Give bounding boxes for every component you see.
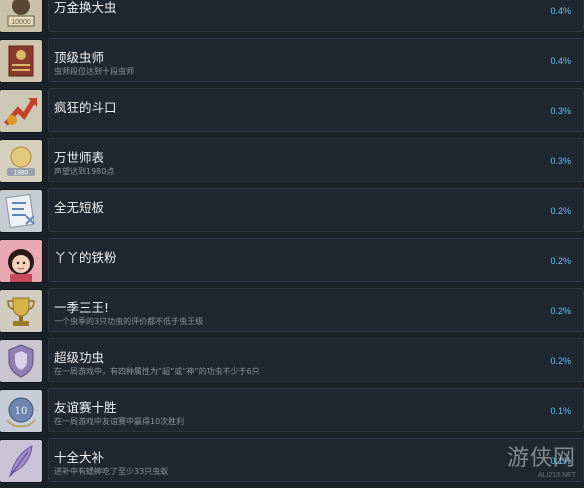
achievement-card: 顶级虫师 虫师段位达到十段虫师 0.4% xyxy=(48,38,584,82)
unlock-percent: 0.2% xyxy=(550,356,571,366)
achievement-row[interactable]: 疯狂的斗口 0.3% xyxy=(0,88,584,134)
girl-portrait-icon xyxy=(0,240,42,282)
trophy-icon xyxy=(0,290,42,332)
unlock-percent: 0.2% xyxy=(550,256,571,266)
achievement-row[interactable]: 超级功虫 在一局游戏中，有四种属性为“超”或“神”的功虫不少于6只 0.2% xyxy=(0,338,584,384)
achievement-title: 疯狂的斗口 xyxy=(54,100,117,115)
achievement-description: 虫师段位达到十段虫师 xyxy=(54,67,134,76)
unlock-percent: 0.4% xyxy=(550,56,571,66)
achievement-title: 全无短板 xyxy=(54,200,105,215)
achievement-row[interactable]: 10000 万金换大虫 0.4% xyxy=(0,0,584,34)
achievement-card: 友谊赛十胜 在一局游戏中友谊赛中赢得10次胜利 0.1% xyxy=(48,388,584,432)
achievement-card: 一季三王! 一个虫季的3只功虫的评价都不低于虫王级 0.2% xyxy=(48,288,584,332)
achievement-description: 进补中有蟋蟀吃了至少33只虫蚁 xyxy=(54,467,169,476)
stats-sheet-icon xyxy=(0,190,42,232)
site-watermark: 游侠网 ALI213.NET xyxy=(507,440,576,479)
achievement-card: 全无短板 0.2% xyxy=(48,188,584,232)
unlock-percent: 0.4% xyxy=(550,6,571,16)
achievement-title: 一季三王! xyxy=(54,300,110,315)
achievement-card: 丫丫的铁粉 0.2% xyxy=(48,238,584,282)
achievement-title: 十全大补 xyxy=(54,450,105,465)
achievement-title: 万世师表 xyxy=(54,150,105,165)
feather-icon xyxy=(0,440,42,482)
unlock-percent: 0.2% xyxy=(550,306,571,316)
achievement-description: 一个虫季的3只功虫的评价都不低于虫王级 xyxy=(54,317,204,326)
svg-text:10: 10 xyxy=(15,406,28,417)
shield-badge-icon xyxy=(0,340,42,382)
achievement-title: 友谊赛十胜 xyxy=(54,400,117,415)
achievement-description: 在一局游戏中友谊赛中赢得10次胜利 xyxy=(54,417,185,426)
achievement-title: 丫丫的铁粉 xyxy=(54,250,117,265)
certificate-book-icon xyxy=(0,40,42,82)
achievement-row[interactable]: 顶级虫师 虫师段位达到十段虫师 0.4% xyxy=(0,38,584,84)
achievement-card: 万世师表 声望达到1980点 0.3% xyxy=(48,138,584,182)
achievement-title: 超级功虫 xyxy=(54,350,105,365)
achievement-row[interactable]: 全无短板 0.2% xyxy=(0,188,584,234)
achievement-title: 顶级虫师 xyxy=(54,50,105,65)
achievement-list: 10000 万金换大虫 0.4% 顶级虫师 虫师段位达到十段虫师 0.4% 疯狂… xyxy=(0,0,584,488)
achievement-row[interactable]: 十全大补 进补中有蟋蟀吃了至少33只虫蚁 0.1% xyxy=(0,438,584,484)
svg-text:1980: 1980 xyxy=(14,170,29,177)
svg-text:10000: 10000 xyxy=(11,19,31,26)
achievement-description: 声望达到1980点 xyxy=(54,167,115,176)
achievement-title: 万金换大虫 xyxy=(54,0,117,15)
unlock-percent: 0.3% xyxy=(550,156,571,166)
watermark-text: 游侠网 xyxy=(506,446,576,471)
achievement-card: 疯狂的斗口 0.3% xyxy=(48,88,584,132)
achievement-row[interactable]: 一季三王! 一个虫季的3只功虫的评价都不低于虫王级 0.2% xyxy=(0,288,584,334)
achievement-row[interactable]: 丫丫的铁粉 0.2% xyxy=(0,238,584,284)
money-bag-icon: 10000 xyxy=(0,0,42,32)
achievement-row[interactable]: 10 友谊赛十胜 在一局游戏中友谊赛中赢得10次胜利 0.1% xyxy=(0,388,584,434)
laurel-emblem-icon: 10 xyxy=(0,390,42,432)
achievement-card: 万金换大虫 0.4% xyxy=(48,0,584,32)
unlock-percent: 0.3% xyxy=(550,106,571,116)
rising-arrow-icon xyxy=(0,90,42,132)
unlock-percent: 0.1% xyxy=(550,406,571,416)
achievement-row[interactable]: 1980 万世师表 声望达到1980点 0.3% xyxy=(0,138,584,184)
achievement-description: 在一局游戏中，有四种属性为“超”或“神”的功虫不少于6只 xyxy=(54,367,260,376)
watermark-subtext: ALI213.NET xyxy=(537,472,576,479)
achievement-card: 超级功虫 在一局游戏中，有四种属性为“超”或“神”的功虫不少于6只 0.2% xyxy=(48,338,584,382)
medal-1980-icon: 1980 xyxy=(0,140,42,182)
achievement-card: 十全大补 进补中有蟋蟀吃了至少33只虫蚁 0.1% xyxy=(48,438,584,482)
unlock-percent: 0.2% xyxy=(550,206,571,216)
